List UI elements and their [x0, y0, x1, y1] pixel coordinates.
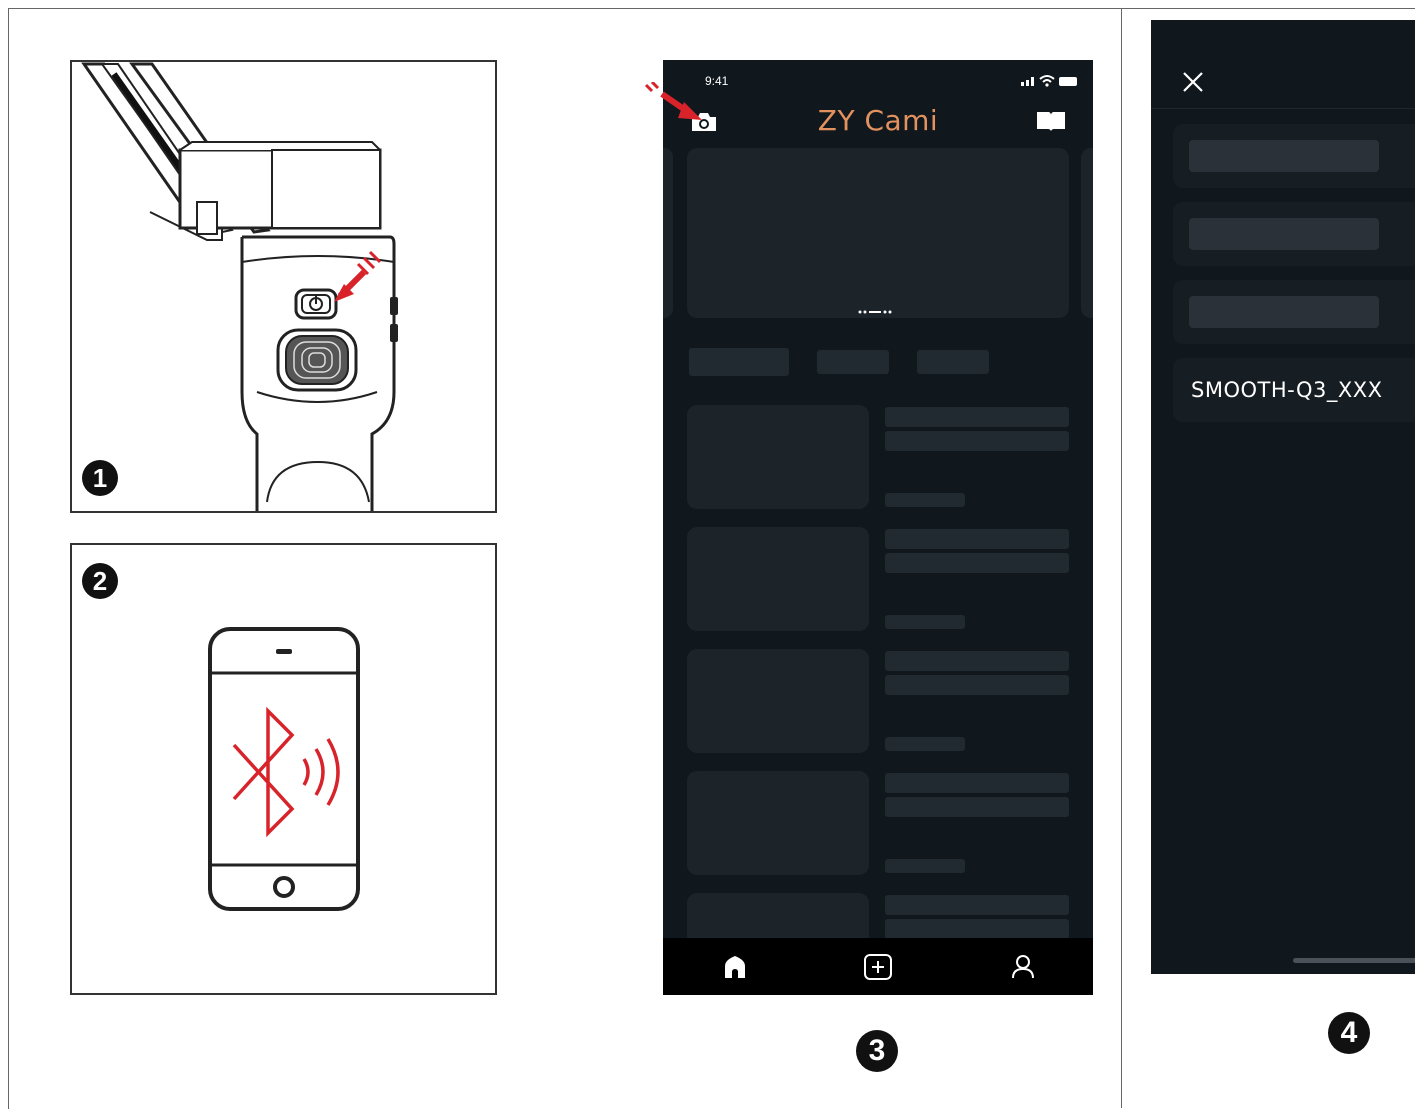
bottom-tab-bar [663, 938, 1093, 995]
device-name-placeholder [1189, 140, 1379, 172]
gimbal-illustration [81, 62, 398, 511]
tab-placeholder[interactable] [689, 348, 789, 376]
step-number-badge: 3 [856, 1030, 898, 1072]
list-item[interactable] [663, 405, 1093, 509]
home-indicator [1293, 958, 1415, 963]
arrow-pointer [644, 82, 702, 120]
device-name: SMOOTH-Q3_XXX [1191, 378, 1383, 402]
column-divider [1121, 8, 1122, 1108]
header-divider [1151, 108, 1415, 109]
book-icon[interactable] [1035, 108, 1067, 134]
tab-placeholder[interactable] [917, 350, 989, 374]
list-item[interactable] [663, 649, 1093, 753]
device-name-placeholder [1189, 296, 1379, 328]
banner-placeholder-right [1081, 148, 1093, 318]
bluetooth-icon [232, 706, 340, 838]
tab-placeholder[interactable] [817, 350, 889, 374]
list-item[interactable] [663, 771, 1093, 875]
status-icons [1021, 75, 1077, 87]
banner-placeholder[interactable] [687, 148, 1069, 318]
step-number-badge: 1 [82, 460, 118, 496]
step1-panel: 1 [70, 60, 497, 513]
home-icon[interactable] [721, 954, 749, 980]
step-number-badge: 4 [1328, 1012, 1370, 1054]
add-icon[interactable] [863, 953, 893, 981]
zy-cami-app-screen: 9:41 ZY Cami [663, 60, 1093, 995]
user-icon[interactable] [1009, 952, 1037, 980]
device-name-placeholder [1189, 218, 1379, 250]
list-item[interactable] [663, 527, 1093, 631]
device-list-screen: SMOOTH-Q3_XXX [1151, 20, 1415, 974]
app-title: ZY Cami [817, 104, 939, 137]
carousel-indicator [858, 310, 892, 314]
banner-placeholder-left [663, 148, 673, 318]
step2-panel: 2 [70, 543, 497, 995]
device-row-smooth-q3[interactable]: SMOOTH-Q3_XXX [1173, 358, 1415, 422]
close-icon[interactable] [1181, 70, 1205, 94]
